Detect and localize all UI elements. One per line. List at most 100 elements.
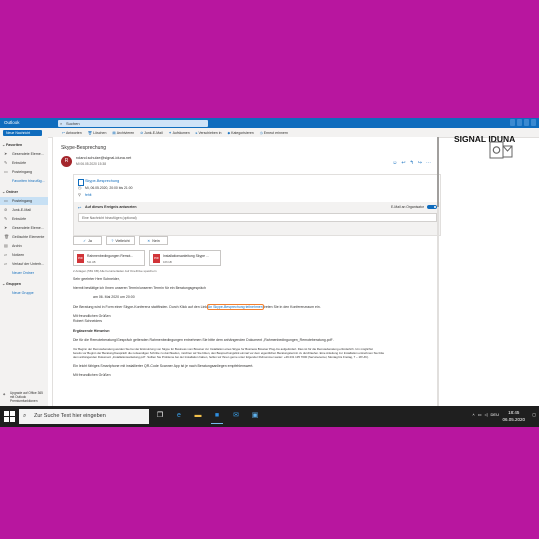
- help-icon[interactable]: [524, 119, 529, 126]
- closing: Mit freundlichen Grüßen: [73, 373, 111, 377]
- skype-icon[interactable]: [510, 119, 515, 126]
- attachment-card[interactable]: PDF Installationsanleitung Skype ... 166…: [149, 250, 221, 266]
- body-line: Die Beratung wird in Form einer Skype-Ko…: [73, 304, 321, 310]
- sweep-icon: ✦: [168, 130, 172, 135]
- reply-icon[interactable]: ↩: [401, 160, 405, 166]
- forward-icon[interactable]: ↪: [418, 160, 422, 166]
- body-line: Ein leicht fähiges Smartphone mit instal…: [73, 364, 254, 368]
- pdf-icon: PDF: [153, 254, 160, 263]
- notes-heading: Ergänzende Hinweise:: [73, 329, 111, 333]
- pdf-icon: PDF: [77, 254, 84, 263]
- new-mail-button[interactable]: Neue Nachricht: [3, 129, 42, 136]
- account-icon[interactable]: [531, 119, 536, 126]
- search-box[interactable]: ⌕ Suchen: [58, 119, 208, 127]
- close-icon: ✕: [147, 239, 151, 243]
- location-icon: ⚲: [78, 192, 81, 197]
- upgrade-notice[interactable]: ◈ Upgrade auf Office 365 mit Outlook Pre…: [0, 391, 48, 403]
- sidebar-item-deleted[interactable]: 🗑 Gelöschte Elemente: [0, 233, 48, 241]
- meeting-join-link[interactable]: An Skype-Besprechung teilnehmen: [206, 304, 264, 310]
- event-title[interactable]: Skype-Besprechung: [85, 179, 119, 183]
- sidebar-item-drafts-fav[interactable]: ✎ Entwürfe: [0, 159, 48, 167]
- sidebar-item-archive[interactable]: ▤ Archiv: [0, 242, 48, 250]
- sidebar-item-sent[interactable]: ➤ Gesendete Eleme...: [0, 224, 48, 232]
- settings-icon[interactable]: [517, 119, 522, 126]
- send-icon: ➤: [4, 151, 8, 156]
- notifications: ▢: [532, 412, 536, 417]
- greeting: Sehr geehrter Herr Schneider,: [73, 277, 120, 281]
- scrollbar-thumb[interactable]: [437, 137, 439, 207]
- question-icon: ?: [111, 239, 114, 243]
- inbox-icon: ▭: [4, 198, 8, 203]
- reply-all-icon[interactable]: ↰: [410, 160, 414, 166]
- sidebar-item-junk[interactable]: ⊘ Junk-E-Mail: [0, 206, 48, 214]
- smiley-icon[interactable]: ☺: [392, 160, 397, 166]
- task-view-icon[interactable]: ❐: [154, 409, 166, 421]
- groups-header[interactable]: ⌄ Gruppen: [0, 280, 48, 288]
- clock-icon: ◷: [259, 130, 263, 135]
- network-icon[interactable]: ▭: [478, 412, 482, 417]
- mail-app-icon[interactable]: ✉: [230, 409, 242, 421]
- snooze-button[interactable]: ◷Erneut erinnern: [260, 131, 288, 135]
- archive-button[interactable]: ▤Archivieren: [112, 131, 134, 135]
- junk-icon: ⊘: [4, 207, 8, 212]
- new-group-link[interactable]: Neue Gruppe: [0, 289, 48, 297]
- folder-icon: ▱: [4, 261, 8, 266]
- taskbar-clock[interactable]: 18:45 06.05.2020: [502, 409, 525, 423]
- chevron-up-icon[interactable]: ˄: [472, 412, 474, 417]
- sweep-button[interactable]: ✦Aufräumen: [169, 131, 190, 135]
- sidebar-item-notes[interactable]: ▱ Notizen: [0, 251, 48, 259]
- message-date: Mi 06.05.2020 15:38: [76, 162, 107, 166]
- language-indicator[interactable]: DEU: [491, 412, 499, 417]
- notification-icon[interactable]: ▢: [532, 412, 536, 417]
- sidebar-item-inbox-fav[interactable]: ▭ Posteingang: [0, 168, 48, 176]
- archive-icon: ▤: [4, 243, 8, 248]
- toolbar-actions: ↩Antworten 🗑Löschen ▤Archivieren ⊘Junk-E…: [62, 131, 288, 135]
- sidebar-item-drafts[interactable]: ✎ Entwürfe: [0, 215, 48, 223]
- folder-pane: ⌄ Favoriten ➤ Gesendete Eleme... ✎ Entwürfe…: [0, 137, 48, 406]
- message-actions: ☺ ↩ ↰ ↪ ⋯: [392, 160, 431, 166]
- response-note-input[interactable]: Eine Nachricht hinzufügen (optional): [78, 213, 437, 222]
- store-app-icon[interactable]: ▣: [249, 409, 261, 421]
- reply-button[interactable]: ↩Antworten: [62, 131, 82, 135]
- outlook-app-icon[interactable]: ■: [211, 409, 223, 424]
- volume-icon[interactable]: ◁: [484, 412, 487, 417]
- windows-taskbar: ⌕ Zur Suche Text hier eingeben ❐ e ▬ ■ ✉…: [0, 406, 539, 427]
- decline-button[interactable]: ✕ Nein: [139, 236, 168, 245]
- taskbar-search[interactable]: ⌕ Zur Suche Text hier eingeben: [19, 409, 149, 424]
- sender-address[interactable]: roland.schulze@signal-iduna.net: [76, 156, 131, 160]
- folders-header[interactable]: ⌄ Ordner: [0, 188, 48, 196]
- email-organizer-label: E-Mail an Organisator: [391, 205, 424, 209]
- sidebar-item-history[interactable]: ▱ Verlauf der Unterh...: [0, 260, 48, 268]
- sidebar-item-inbox[interactable]: ▭ Posteingang: [0, 197, 48, 205]
- edge-icon[interactable]: e: [173, 409, 185, 421]
- accept-button[interactable]: ✓ Ja: [73, 236, 102, 245]
- attachment-size: 511 kB: [87, 260, 96, 264]
- taskbar-apps: ❐ e ▬ ■ ✉ ▣: [154, 409, 261, 424]
- attachment-info[interactable]: 2 Anlagen (581 KB) Alle herunterladen Au…: [73, 269, 157, 273]
- tag-icon: ◆: [227, 130, 231, 135]
- more-icon[interactable]: ⋯: [426, 160, 431, 166]
- tentative-button[interactable]: ? Vielleicht: [106, 236, 135, 245]
- sidebar-item-sent-fav[interactable]: ➤ Gesendete Eleme...: [0, 150, 48, 158]
- favorites-header[interactable]: ⌄ Favoriten: [0, 141, 48, 149]
- email-organizer-toggle[interactable]: [427, 205, 437, 209]
- junk-button[interactable]: ⊘Junk-E-Mail: [140, 131, 162, 135]
- body-line: hiermit bestätige ich Ihnen unseren Term…: [73, 286, 206, 290]
- window-controls: [510, 119, 536, 126]
- clock-date: 06.05.2020: [502, 417, 525, 422]
- windows-start-icon[interactable]: [4, 411, 15, 422]
- appointment-date: am 06. Mai 2020 um 20:00: [93, 295, 135, 299]
- search-placeholder: Suchen: [66, 120, 80, 126]
- signer-name: Robert Schneiders: [73, 319, 102, 323]
- new-folder-link[interactable]: Neuer Ordner: [0, 269, 48, 277]
- move-button[interactable]: ▸Verschieben in: [196, 131, 222, 135]
- title-bar: Outlook ⌕ Suchen: [0, 118, 539, 128]
- add-favorite-link[interactable]: Favoriten hinzufüg...: [0, 177, 48, 185]
- file-explorer-icon[interactable]: ▬: [192, 409, 204, 421]
- attachment-card[interactable]: PDF Rahmenbedingungen Remot... 511 kB: [73, 250, 145, 266]
- message-subject: Skype-Besprechung: [61, 145, 107, 151]
- delete-button[interactable]: 🗑Löschen: [88, 131, 107, 135]
- scrollbar[interactable]: [437, 137, 439, 406]
- avatar[interactable]: R: [61, 156, 72, 167]
- categorize-button[interactable]: ◆Kategorisieren: [227, 131, 253, 135]
